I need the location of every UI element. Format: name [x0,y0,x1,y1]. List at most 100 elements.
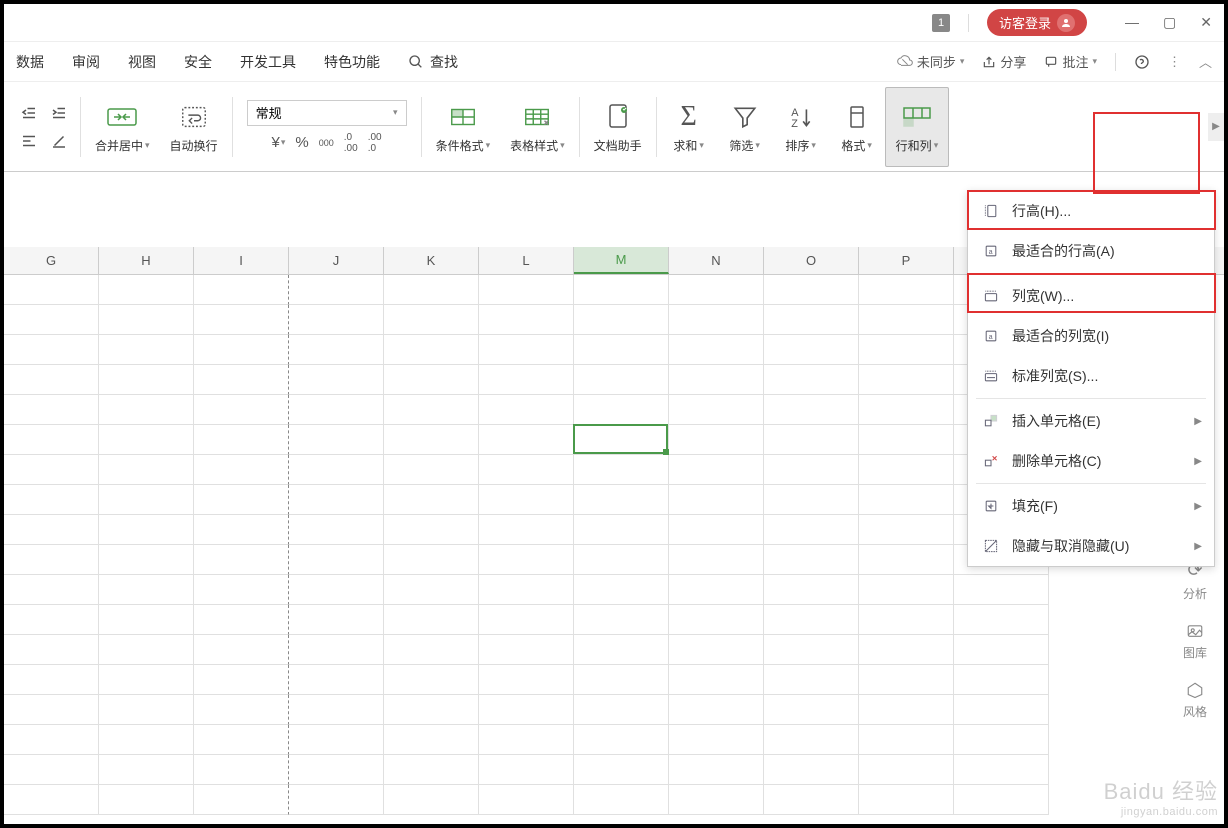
cell[interactable] [479,455,574,485]
cell[interactable] [4,575,99,605]
cell[interactable] [194,545,289,575]
cell[interactable] [194,575,289,605]
cell[interactable] [669,575,764,605]
cell[interactable] [384,545,479,575]
cell[interactable] [99,605,194,635]
col-header-G[interactable]: G [4,247,99,274]
doc-assist-button[interactable]: 文档助手 [584,87,652,167]
cell[interactable] [99,545,194,575]
cell[interactable] [764,725,859,755]
cell[interactable] [479,725,574,755]
cell[interactable] [384,785,479,815]
cell[interactable] [479,695,574,725]
cell[interactable] [574,785,669,815]
cell[interactable] [669,425,764,455]
cell[interactable] [859,515,954,545]
cell[interactable] [384,665,479,695]
cell[interactable] [384,725,479,755]
cell[interactable] [954,755,1049,785]
cell[interactable] [669,305,764,335]
cell[interactable] [954,725,1049,755]
cell[interactable] [99,575,194,605]
cell[interactable] [99,425,194,455]
cell[interactable] [4,605,99,635]
cell[interactable] [479,485,574,515]
cell[interactable] [289,635,384,665]
cell[interactable] [764,575,859,605]
cell[interactable] [859,485,954,515]
cell[interactable] [859,335,954,365]
menu-row-height[interactable]: 行高(H)... [968,191,1214,231]
cell[interactable] [574,755,669,785]
cell[interactable] [859,665,954,695]
number-format-select[interactable]: 常规▾ [247,100,407,126]
cell[interactable] [764,605,859,635]
cell[interactable] [669,395,764,425]
cell[interactable] [99,305,194,335]
sort-button[interactable]: AZ 排序 ▾ [773,87,829,167]
cell[interactable] [479,605,574,635]
cell[interactable] [194,455,289,485]
cell[interactable] [859,305,954,335]
cell[interactable] [669,335,764,365]
cell[interactable] [289,515,384,545]
cell[interactable] [764,305,859,335]
cell[interactable] [4,305,99,335]
cell[interactable] [764,635,859,665]
cell[interactable] [669,275,764,305]
guest-login-button[interactable]: 访客登录 [987,9,1087,36]
cell[interactable] [859,635,954,665]
cell[interactable] [384,305,479,335]
cell[interactable] [859,575,954,605]
cell[interactable] [384,455,479,485]
cell[interactable] [859,545,954,575]
cell[interactable] [289,545,384,575]
percent-icon[interactable]: % [295,132,308,154]
outdent-icon[interactable] [18,102,40,124]
cell[interactable] [859,785,954,815]
cell[interactable] [194,425,289,455]
table-style-button[interactable]: 表格样式 ▾ [500,87,575,167]
col-header-O[interactable]: O [764,247,859,274]
cell[interactable] [99,785,194,815]
cell[interactable] [99,395,194,425]
auto-wrap-button[interactable]: 自动换行 [160,87,228,167]
col-header-N[interactable]: N [669,247,764,274]
rotate-text-icon[interactable] [48,130,70,152]
cond-format-button[interactable]: 条件格式 ▾ [426,87,501,167]
maximize-button[interactable]: ▢ [1163,14,1176,31]
cell[interactable] [669,665,764,695]
cell[interactable] [194,665,289,695]
cell[interactable] [859,425,954,455]
cell[interactable] [384,755,479,785]
cell[interactable] [669,755,764,785]
cell[interactable] [574,695,669,725]
cell[interactable] [289,665,384,695]
cell[interactable] [574,665,669,695]
cell[interactable] [479,275,574,305]
unsync-button[interactable]: 未同步▾ [897,52,965,71]
cell[interactable] [99,695,194,725]
cell[interactable] [289,605,384,635]
cell[interactable] [289,395,384,425]
cell[interactable] [859,725,954,755]
cell[interactable] [954,635,1049,665]
cell[interactable] [954,575,1049,605]
menu-hide-unhide[interactable]: 隐藏与取消隐藏(U) ▶ [968,526,1214,566]
cell[interactable] [289,695,384,725]
cell[interactable] [194,275,289,305]
cell[interactable] [384,635,479,665]
cell[interactable] [4,755,99,785]
cell[interactable] [479,575,574,605]
cell[interactable] [764,785,859,815]
cell[interactable] [194,485,289,515]
cell[interactable] [764,335,859,365]
cell[interactable] [669,365,764,395]
cell[interactable] [574,275,669,305]
cell[interactable] [4,395,99,425]
cell[interactable] [384,425,479,455]
cell[interactable] [954,785,1049,815]
menu-std-col-width[interactable]: 标准列宽(S)... [968,356,1214,396]
cell[interactable] [669,545,764,575]
cell[interactable] [194,785,289,815]
